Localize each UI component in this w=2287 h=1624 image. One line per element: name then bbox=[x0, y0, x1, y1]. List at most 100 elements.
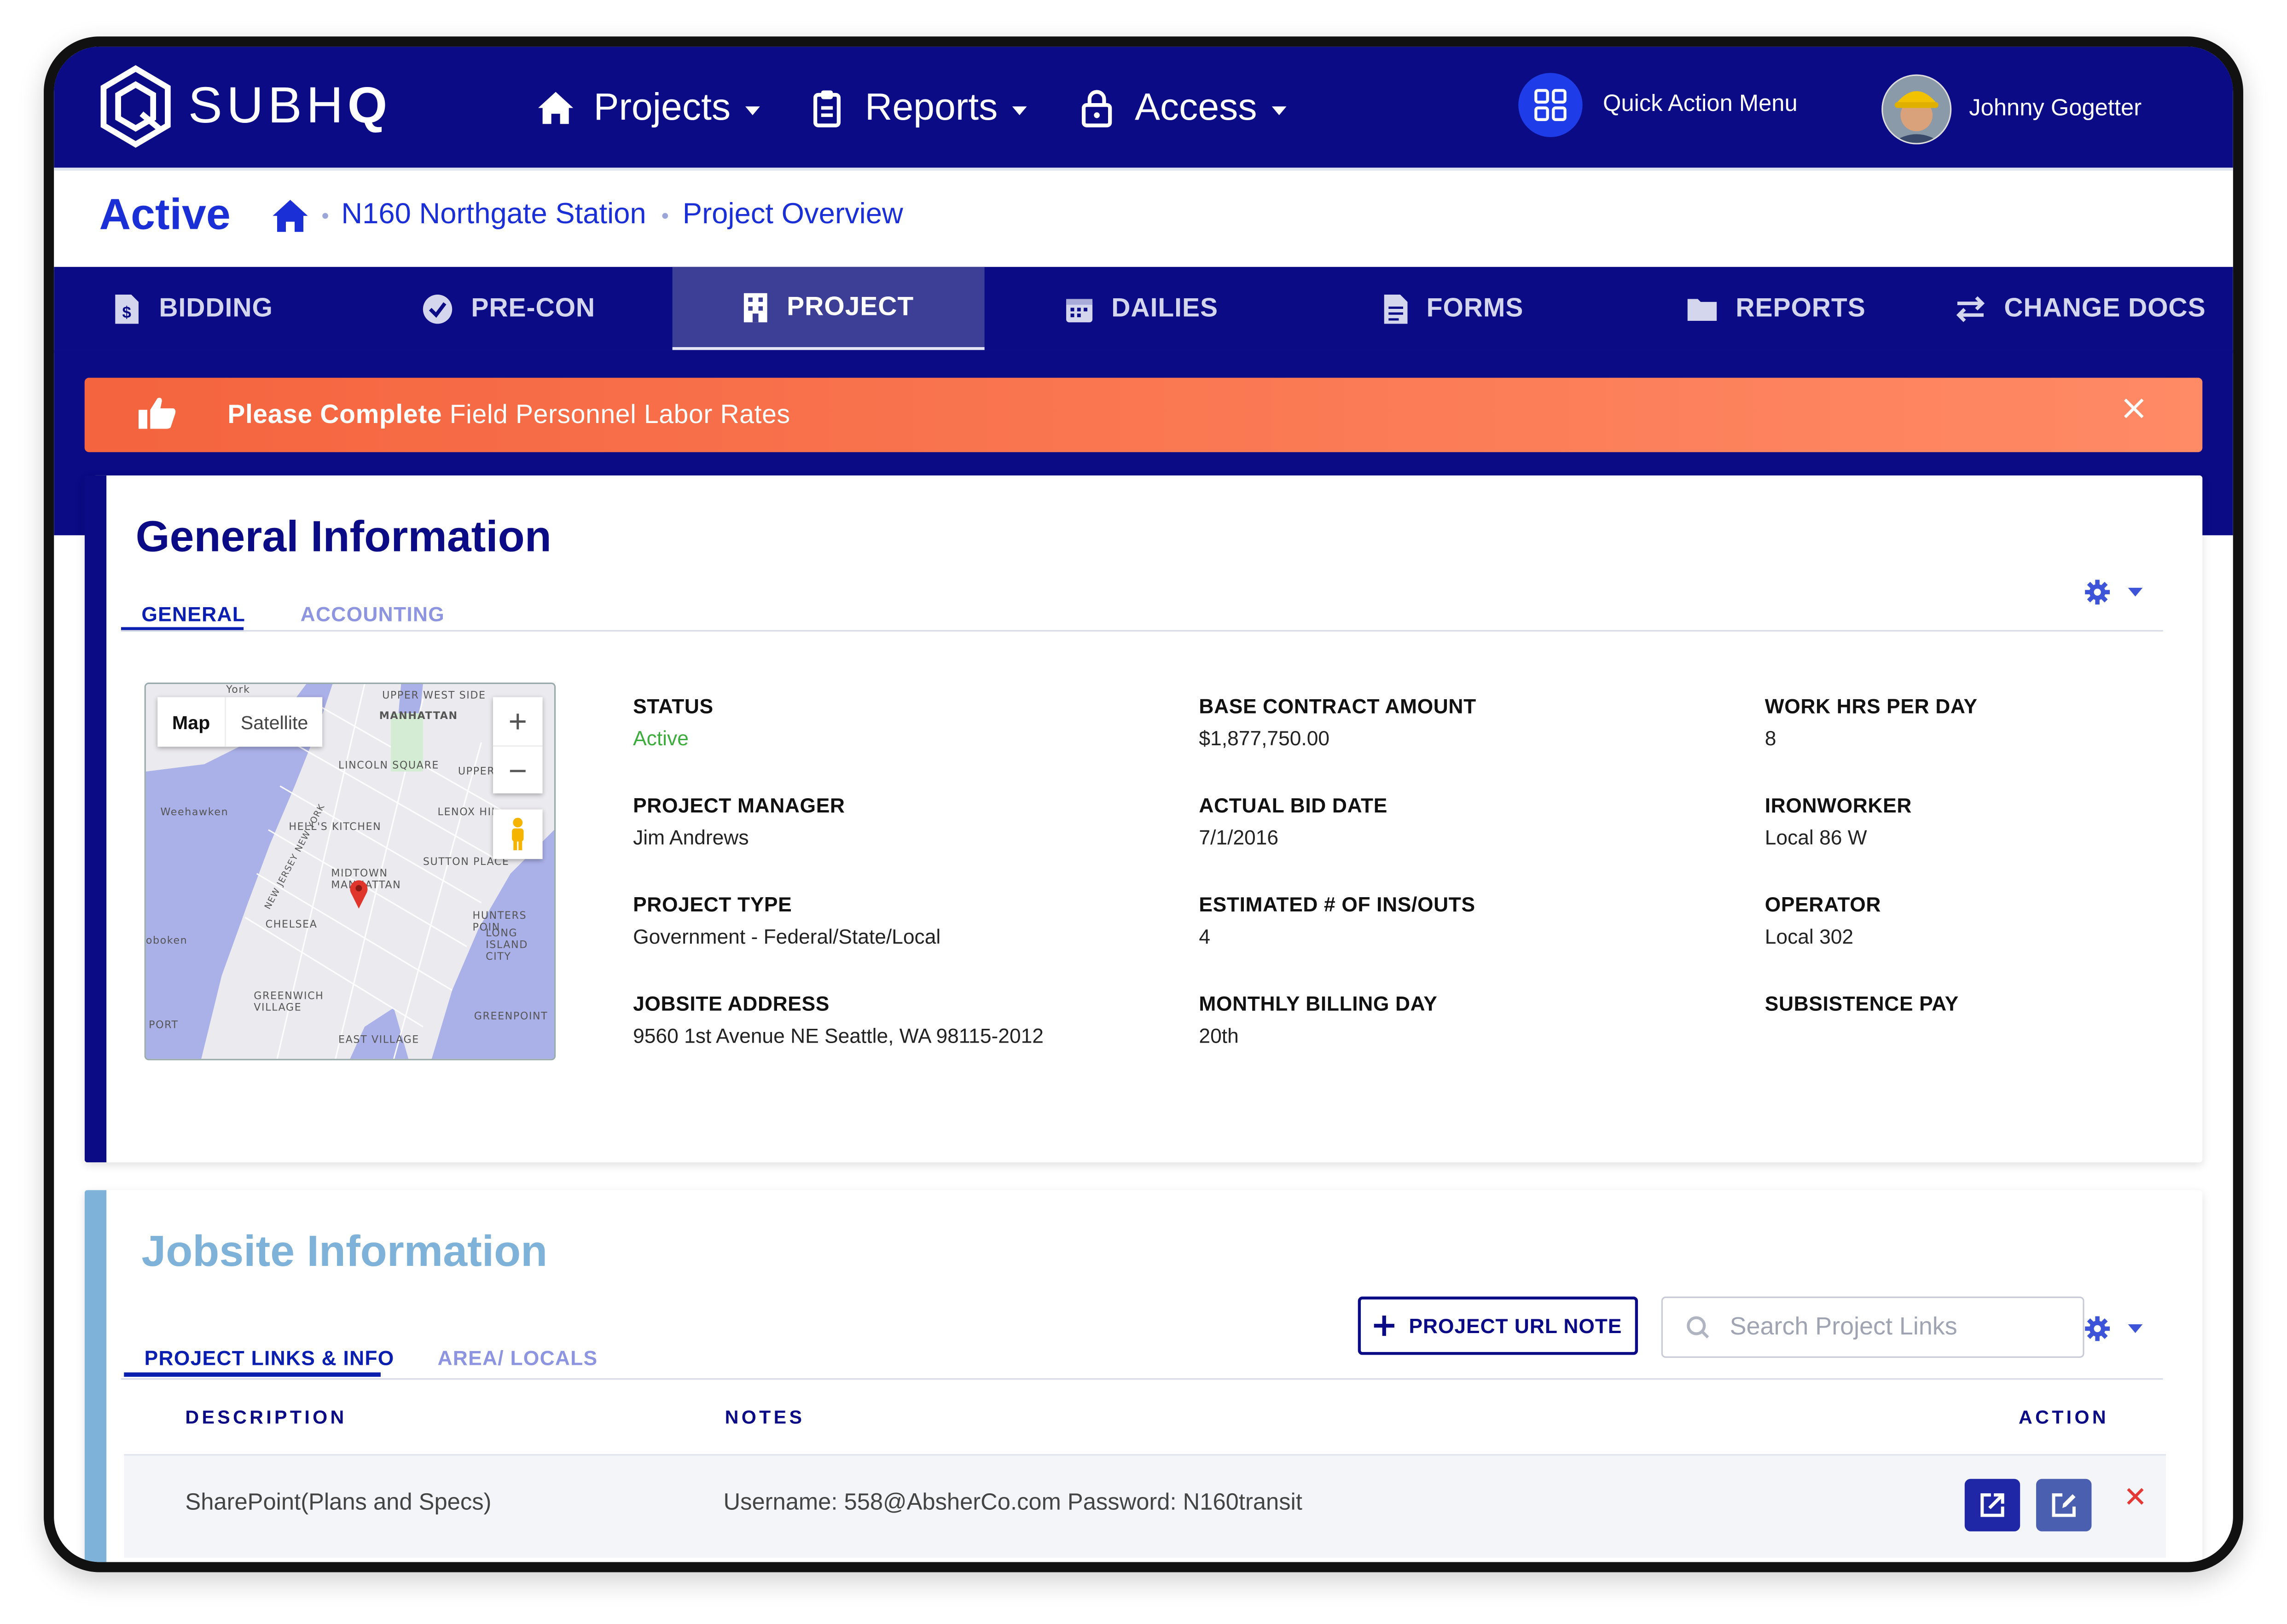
subtab-accounting[interactable]: ACCOUNTING bbox=[301, 603, 445, 626]
zoom-out-button[interactable]: − bbox=[493, 747, 543, 795]
open-link-button[interactable] bbox=[1964, 1479, 2020, 1531]
field-value: Government - Federal/State/Local bbox=[633, 924, 941, 948]
column-header-description: DESCRIPTION bbox=[185, 1406, 347, 1428]
map-label: MIDTOWN MANHATTAN bbox=[331, 868, 400, 891]
map-label: UPPER WEST SIDE bbox=[382, 690, 486, 702]
zoom-in-button[interactable]: + bbox=[493, 697, 543, 747]
subtab-area-locals[interactable]: AREA/ LOCALS bbox=[438, 1346, 598, 1369]
map-label: MANHATTAN bbox=[379, 710, 458, 722]
tab-project[interactable]: PROJECT bbox=[672, 267, 985, 350]
home-icon[interactable] bbox=[268, 196, 312, 237]
field-label: JOBSITE ADDRESS bbox=[633, 992, 830, 1015]
nav-projects[interactable]: Projects bbox=[535, 85, 760, 130]
top-navbar: SUBHQ Projects Reports Access Quick Acti… bbox=[54, 46, 2233, 168]
search-project-links-input[interactable]: Search Project Links bbox=[1661, 1296, 2084, 1358]
card-title: General Information bbox=[135, 513, 551, 562]
project-map[interactable]: UPPER WEST SIDE MANHATTAN York LINCOLN S… bbox=[144, 682, 556, 1061]
avatar bbox=[1881, 74, 1952, 145]
tab-change-docs[interactable]: CHANGE DOCS bbox=[1955, 267, 2206, 350]
add-project-url-note-button[interactable]: PROJECT URL NOTE bbox=[1358, 1296, 1638, 1355]
exchange-icon bbox=[1956, 296, 1985, 322]
field-label: SUBSISTENCE PAY bbox=[1765, 992, 1959, 1015]
field-value: 9560 1st Avenue NE Seattle, WA 98115-201… bbox=[633, 1024, 1044, 1047]
tab-dailies[interactable]: DAILIES bbox=[1065, 267, 1218, 350]
map-type-toggle: Map Satellite bbox=[157, 697, 323, 747]
dollar-file-icon: $ bbox=[115, 294, 139, 323]
breadcrumb-project[interactable]: N160 Northgate Station bbox=[341, 198, 646, 232]
tab-pre-con[interactable]: PRE-CON bbox=[422, 267, 595, 350]
settings-menu[interactable] bbox=[2084, 1316, 2143, 1342]
field-label: STATUS bbox=[633, 694, 714, 718]
breadcrumb-page[interactable]: Project Overview bbox=[683, 198, 903, 232]
field-value: 20th bbox=[1199, 1024, 1239, 1047]
search-placeholder: Search Project Links bbox=[1730, 1312, 1957, 1340]
card-title: Jobsite Information bbox=[141, 1228, 548, 1276]
close-icon[interactable] bbox=[2124, 398, 2144, 418]
field-value: 7/1/2016 bbox=[1199, 825, 1279, 849]
pegman-icon[interactable] bbox=[493, 809, 543, 859]
grid-icon bbox=[1518, 73, 1583, 137]
map-label: LENOX HIL bbox=[437, 806, 498, 818]
active-subtab-indicator bbox=[124, 1372, 381, 1377]
map-zoom-control: + − bbox=[493, 697, 543, 795]
folder-icon bbox=[1687, 298, 1717, 320]
map-label: PORT bbox=[149, 1019, 179, 1032]
breadcrumb-separator bbox=[662, 213, 668, 219]
tab-reports[interactable]: REPORTS bbox=[1686, 267, 1866, 350]
field-value: 4 bbox=[1199, 924, 1211, 948]
device-frame: SUBHQ Projects Reports Access Quick Acti… bbox=[44, 36, 2243, 1572]
alert-message: Please Complete Field Personnel Labor Ra… bbox=[227, 400, 790, 429]
tab-forms[interactable]: FORMS bbox=[1383, 267, 1524, 350]
delete-link-button[interactable] bbox=[2126, 1488, 2144, 1505]
breadcrumb: Active N160 Northgate Station Project Ov… bbox=[54, 168, 2233, 270]
field-ironworker: IRONWORKER Local 86 W bbox=[1765, 793, 2233, 849]
field-label: PROJECT MANAGER bbox=[633, 793, 845, 817]
field-base-contract-amount: BASE CONTRACT AMOUNT $1,877,750.00 bbox=[1199, 694, 1724, 749]
field-jobsite-address: JOBSITE ADDRESS 9560 1st Avenue NE Seatt… bbox=[633, 992, 1158, 1047]
chevron-down-icon bbox=[745, 105, 760, 115]
quick-action-menu[interactable]: Quick Action Menu bbox=[1518, 73, 1798, 137]
document-icon bbox=[1384, 294, 1408, 323]
search-icon bbox=[1687, 1316, 1709, 1339]
tab-forms-label: FORMS bbox=[1426, 293, 1524, 323]
plus-icon bbox=[1374, 1315, 1394, 1336]
tab-bidding-label: BIDDING bbox=[159, 293, 273, 323]
add-button-label: PROJECT URL NOTE bbox=[1409, 1314, 1622, 1338]
subtab-general[interactable]: GENERAL bbox=[141, 603, 245, 626]
map-label: GREENPOINT bbox=[474, 1010, 548, 1023]
field-value: $1,877,750.00 bbox=[1199, 726, 1330, 750]
map-view-button[interactable]: Map bbox=[157, 697, 226, 747]
edit-link-button[interactable] bbox=[2036, 1479, 2092, 1531]
field-work-hrs-per-day: WORK HRS PER DAY 8 bbox=[1765, 694, 2233, 749]
map-pin-icon bbox=[350, 880, 368, 909]
tab-change-docs-label: CHANGE DOCS bbox=[2004, 293, 2206, 323]
nav-reports-label: Reports bbox=[865, 84, 998, 128]
lock-icon bbox=[1081, 89, 1112, 127]
thumbs-up-icon bbox=[138, 398, 176, 429]
subtab-project-links[interactable]: PROJECT LINKS & INFO bbox=[145, 1346, 395, 1369]
field-actual-bid-date: ACTUAL BID DATE 7/1/2016 bbox=[1199, 794, 1724, 849]
tab-dailies-label: DAILIES bbox=[1111, 293, 1218, 323]
quick-action-label: Quick Action Menu bbox=[1603, 92, 1798, 117]
gear-icon bbox=[2085, 580, 2110, 605]
brand-logo[interactable]: SUBHQ bbox=[98, 64, 391, 149]
nav-access[interactable]: Access bbox=[1076, 85, 1286, 130]
field-value: Local 86 W bbox=[1765, 825, 1867, 849]
field-value: Local 302 bbox=[1765, 924, 1854, 948]
field-label: PROJECT TYPE bbox=[633, 893, 792, 916]
tab-bidding[interactable]: $ BIDDING bbox=[112, 267, 273, 350]
field-subsistence-pay: SUBSISTENCE PAY bbox=[1765, 992, 2233, 1024]
general-information-card: General Information GENERAL ACCOUNTING U… bbox=[84, 475, 2203, 1163]
settings-menu[interactable] bbox=[2084, 579, 2143, 605]
satellite-view-button[interactable]: Satellite bbox=[226, 697, 323, 747]
user-menu[interactable]: Johnny Gogetter bbox=[1881, 74, 2142, 145]
svg-text:$: $ bbox=[122, 303, 131, 321]
subtab-divider bbox=[121, 630, 2163, 632]
map-label: Weehawken bbox=[160, 806, 229, 818]
field-label: IRONWORKER bbox=[1765, 793, 1912, 817]
column-header-notes: NOTES bbox=[725, 1406, 805, 1428]
nav-projects-label: Projects bbox=[593, 84, 731, 128]
column-header-action: ACTION bbox=[2019, 1406, 2109, 1428]
nav-reports[interactable]: Reports bbox=[807, 85, 1027, 130]
edit-icon bbox=[2052, 1493, 2076, 1517]
